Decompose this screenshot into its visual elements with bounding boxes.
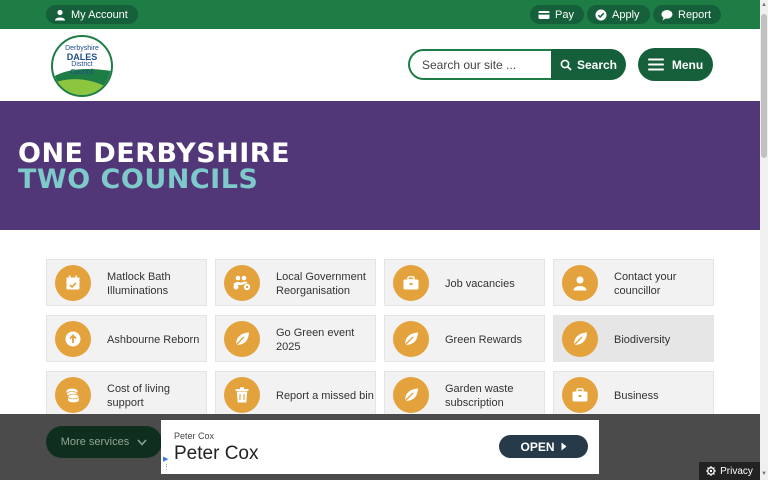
credit-card-icon [538,10,550,19]
tile-label: Garden waste subscription [445,382,514,409]
tile-business[interactable]: Business [553,371,714,418]
chevron-right-icon [561,442,566,451]
tile-label: Business [614,389,659,402]
user-icon [55,9,65,20]
tile-icon-circle [393,265,429,301]
page-scrollbar[interactable]: ▲ ▼ [760,0,768,480]
report-label: Report [678,8,712,21]
menu-button-label: Menu [671,57,704,72]
my-account-label: My Account [71,8,128,21]
logo-line-3: District [71,61,93,68]
hero-title-line-2: TWO COUNCILS [18,164,259,195]
tile-icon-circle [393,321,429,357]
hero-banner: ONE DERBYSHIRE TWO COUNCILS [0,101,760,230]
leaf-icon [573,332,587,346]
tile-icon-circle [562,265,598,301]
tile-label: Job vacancies [445,277,515,290]
leaf-icon [404,332,418,346]
check-circle-icon [595,9,607,20]
tile-label: Cost of living support [107,382,170,409]
more-services-label: More services [60,436,130,448]
tile-cost-of-living-support[interactable]: Cost of living support [46,371,207,418]
tile-icon-circle [55,377,91,413]
tile-label: Ashbourne Reborn [107,333,200,346]
tile-icon-circle [562,321,598,357]
tile-icon-circle [55,265,91,301]
tile-go-green-event-2025[interactable]: Go Green event 2025 [215,315,376,362]
advertisement-banner[interactable]: Peter Cox Peter Cox ▶ ⋮ OPEN [161,420,599,474]
briefcase-icon [572,388,588,402]
chevron-down-icon [137,439,147,446]
tile-label: Matlock Bath Illuminations [107,270,171,297]
tile-biodiversity[interactable]: Biodiversity [553,315,714,362]
menu-button[interactable]: Menu [638,48,713,81]
logo-line-2: DALES [66,52,98,62]
scroll-up-arrow-icon[interactable]: ▲ [761,2,767,8]
search-input[interactable] [408,49,552,80]
gear-icon [706,466,717,476]
calendar-icon [66,275,80,290]
my-account-button[interactable]: My Account [46,5,138,24]
leaf-icon [404,388,418,402]
apply-button[interactable]: Apply [587,5,650,24]
pay-label: Pay [555,8,574,21]
scrollbar-thumb[interactable] [761,14,767,158]
tile-matlock-bath-illuminations[interactable]: Matlock Bath Illuminations [46,259,207,306]
tile-job-vacancies[interactable]: Job vacancies [384,259,545,306]
tile-label: Contact your councillor [614,270,677,297]
apply-label: Apply [612,8,640,21]
tile-local-government-reorganisation[interactable]: Local Government Reorganisation [215,259,376,306]
briefcase-icon [403,276,419,290]
tile-ashbourne-reborn[interactable]: Ashbourne Reborn [46,315,207,362]
more-services-button[interactable]: More services [46,426,162,458]
tile-icon-circle [224,265,260,301]
council-logo[interactable]: Derbyshire DALES District Council [51,35,113,97]
tile-label: Biodiversity [614,333,671,346]
tile-icon-circle [224,321,260,357]
search-icon [560,59,572,71]
ad-advertiser-name: Peter Cox [174,431,215,441]
tile-contact-your-councillor[interactable]: Contact your councillor [553,259,714,306]
tile-label: Local Government Reorganisation [276,270,366,297]
site-header: Derbyshire DALES District Council Search… [0,29,760,101]
people-cog-icon [233,275,251,291]
coins-icon [66,388,80,403]
tile-icon-circle [393,377,429,413]
leaf-icon [235,332,249,346]
pay-button[interactable]: Pay [530,5,584,24]
tile-icon-circle [55,321,91,357]
arrow-up-circle-icon [65,331,81,347]
tile-icon-circle [224,377,260,413]
tile-report-a-missed-bin[interactable]: Report a missed bin [215,371,376,418]
logo-text: Derbyshire DALES District Council [53,45,111,77]
utility-bar: My Account Pay Apply Report [0,0,760,29]
logo-line-4: Council [70,69,94,76]
ad-choices-icon[interactable]: ▶ ⋮ [163,456,170,472]
tile-icon-circle [562,377,598,413]
bin-icon [235,387,249,403]
search-button-label: Search [576,57,618,72]
speech-bubble-icon [661,9,673,20]
ad-open-button[interactable]: OPEN [499,435,588,458]
privacy-button[interactable]: Privacy [699,462,760,480]
tile-label: Go Green event 2025 [276,326,355,353]
tile-garden-waste-subscription[interactable]: Garden waste subscription [384,371,545,418]
tile-green-rewards[interactable]: Green Rewards [384,315,545,362]
ad-open-label: OPEN [520,439,555,454]
tile-label: Green Rewards [445,333,523,346]
search-button[interactable]: Search [551,49,626,80]
tile-label: Report a missed bin [276,389,374,402]
scroll-down-arrow-icon[interactable]: ▼ [761,471,767,477]
user-icon [573,276,587,290]
ad-headline: Peter Cox [174,443,259,464]
privacy-label: Privacy [720,465,753,477]
hamburger-icon [647,58,664,71]
report-button[interactable]: Report [653,5,722,24]
